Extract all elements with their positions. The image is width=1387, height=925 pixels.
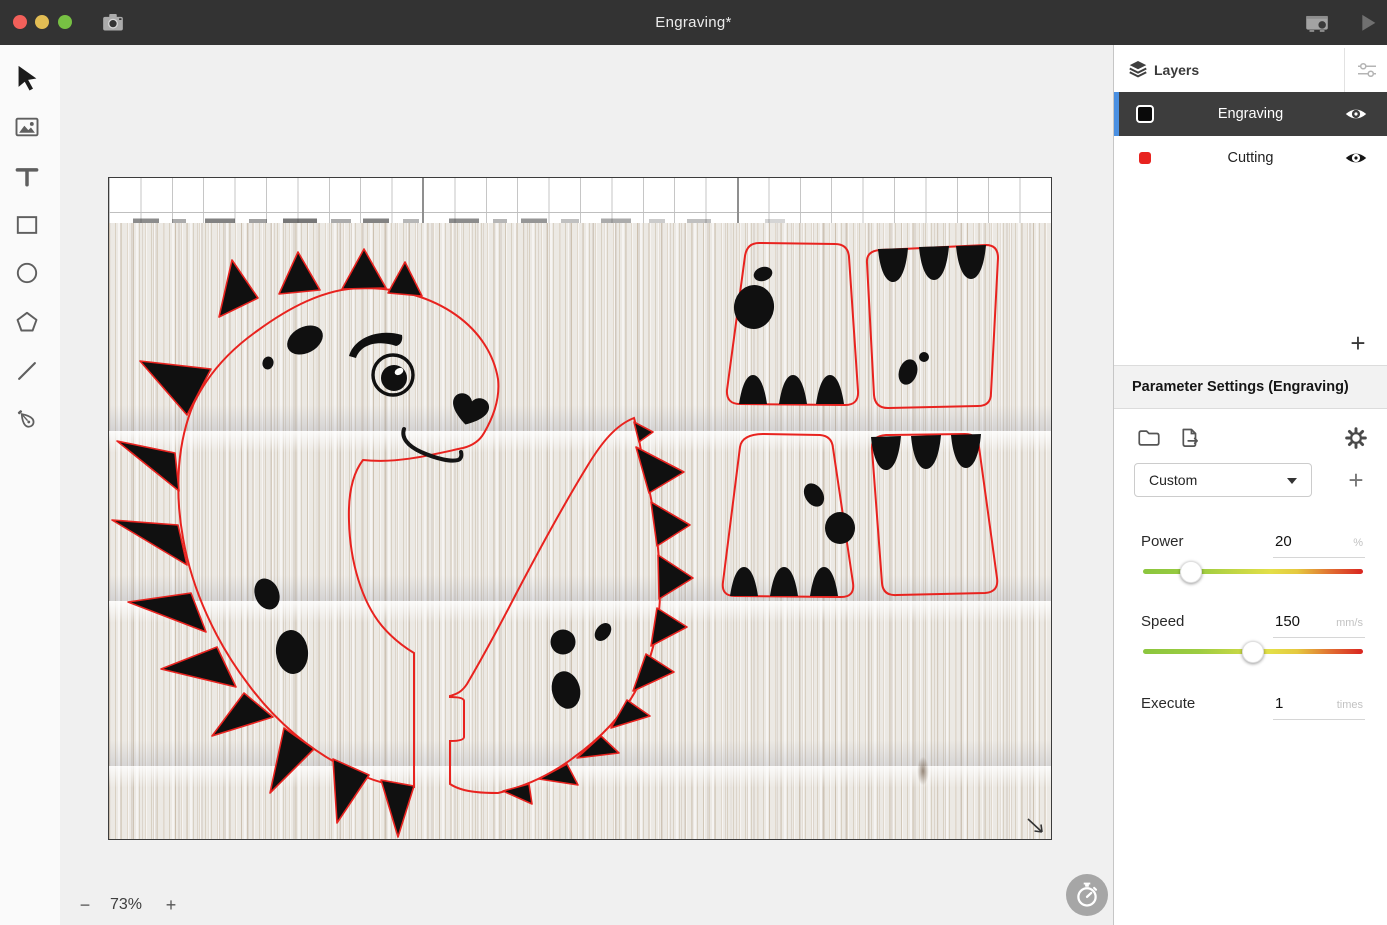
dino-heart-nostril (448, 391, 491, 429)
layer-color-swatch[interactable] (1139, 152, 1151, 164)
chevron-down-icon (1287, 478, 1297, 484)
preset-dropdown[interactable]: Custom (1134, 463, 1312, 497)
select-tool-button[interactable] (9, 60, 45, 96)
leg-piece-3[interactable] (723, 434, 855, 597)
titlebar: Engraving* (0, 0, 1387, 46)
zoom-in-button[interactable]: + (160, 887, 182, 923)
resize-handle-arrow[interactable] (1028, 819, 1042, 832)
gear-icon[interactable] (1343, 425, 1369, 451)
speed-slider[interactable] (1143, 649, 1363, 654)
divider (1344, 48, 1345, 92)
dino-smile (403, 429, 461, 461)
power-slider[interactable] (1143, 569, 1363, 574)
open-folder-icon[interactable] (1136, 425, 1162, 451)
stopwatch-icon (1072, 880, 1102, 910)
play-button[interactable] (1352, 7, 1384, 39)
play-icon (1355, 10, 1381, 36)
canvas-board[interactable] (108, 177, 1052, 840)
layer-label: Engraving (1174, 92, 1327, 136)
line-icon (13, 357, 41, 385)
execute-label: Execute (1141, 695, 1195, 712)
export-file-icon[interactable] (1176, 425, 1202, 451)
power-unit: % (1353, 537, 1363, 549)
dino-spikes[interactable] (112, 249, 693, 837)
add-preset-button[interactable]: + (1341, 465, 1371, 495)
pen-nib-icon (13, 406, 41, 434)
zoom-control: − 73% + (60, 887, 210, 923)
speed-slider-thumb[interactable] (1242, 641, 1264, 663)
canvas-artwork[interactable] (109, 178, 1051, 839)
app-window: Engraving* (0, 0, 1387, 925)
visibility-eye-icon[interactable] (1343, 145, 1369, 171)
wood-edge-marks (133, 219, 785, 224)
rectangle-icon (13, 211, 41, 239)
power-label: Power (1141, 533, 1184, 550)
input-underline (1273, 719, 1365, 720)
layers-header: Layers (1114, 48, 1387, 93)
machine-preview-icon (1302, 8, 1332, 38)
pen-tool-button[interactable] (9, 402, 45, 438)
selected-indicator (1114, 92, 1119, 136)
image-icon (13, 113, 41, 141)
speed-label: Speed (1141, 613, 1184, 630)
parameter-settings-header: Parameter Settings (Engraving) (1114, 365, 1387, 409)
preset-selected-value: Custom (1149, 464, 1197, 496)
layer-row-cutting[interactable]: Cutting (1114, 136, 1387, 180)
layer-label: Cutting (1174, 136, 1327, 180)
layers-icon (1126, 58, 1150, 82)
right-panel: Layers Engraving Cutting (1113, 45, 1387, 925)
speed-value-input[interactable]: 150 (1275, 613, 1335, 630)
line-tool-button[interactable] (9, 353, 45, 389)
image-tool-button[interactable] (9, 109, 45, 145)
dino-engraving-details[interactable] (250, 320, 615, 712)
time-estimate-button[interactable] (1066, 874, 1108, 916)
power-value-input[interactable]: 20 (1275, 533, 1335, 550)
execute-unit: times (1337, 699, 1363, 711)
leg-piece-1[interactable] (727, 243, 858, 405)
zoom-out-button[interactable]: − (74, 887, 96, 923)
input-underline (1273, 637, 1365, 638)
select-cursor-icon (12, 63, 42, 93)
dino-pupil (381, 365, 407, 391)
add-layer-button[interactable]: + (1343, 328, 1373, 358)
layers-title: Layers (1154, 48, 1199, 92)
circle-icon (13, 259, 41, 287)
pentagon-icon (13, 308, 41, 336)
parameter-settings-title: Parameter Settings (Engraving) (1132, 366, 1387, 408)
dino-tail-cut-outline (450, 418, 660, 793)
window-title: Engraving* (0, 0, 1387, 45)
text-icon (13, 162, 41, 190)
polygon-tool-button[interactable] (9, 304, 45, 340)
power-slider-thumb[interactable] (1180, 561, 1202, 583)
input-underline (1273, 557, 1365, 558)
execute-value-input[interactable]: 1 (1275, 695, 1335, 712)
machine-preview-button[interactable] (1301, 7, 1333, 39)
leg-piece-2[interactable] (867, 245, 998, 408)
visibility-eye-icon[interactable] (1343, 101, 1369, 127)
text-tool-button[interactable] (9, 158, 45, 194)
ellipse-tool-button[interactable] (9, 255, 45, 291)
rectangle-tool-button[interactable] (9, 207, 45, 243)
leg-piece-4[interactable] (871, 434, 997, 595)
canvas-area: − 73% + (60, 45, 1113, 925)
layer-color-swatch[interactable] (1136, 105, 1154, 123)
layer-row-engraving[interactable]: Engraving (1114, 92, 1387, 136)
tools-sidebar (0, 45, 61, 925)
speed-unit: mm/s (1336, 617, 1363, 629)
zoom-level: 73% (96, 887, 156, 923)
tune-icon[interactable] (1355, 58, 1379, 82)
